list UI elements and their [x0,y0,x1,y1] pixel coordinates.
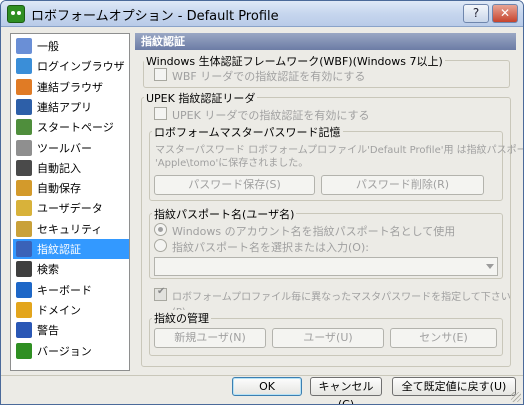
sidebar-item[interactable]: ドメイン [13,300,129,320]
sidebar-item-label: 連結アプリ [37,100,92,114]
sidebar-item-label: 連結ブラウザ [37,80,103,94]
check-mark-icon: ✔ [157,286,166,297]
globe-link-icon [16,78,32,95]
wbf-checkbox[interactable] [154,68,167,81]
sidebar-item-label: ログインブラウザ [37,60,125,74]
reset-defaults-button[interactable]: 全て既定値に戻す(U) [392,377,516,396]
resize-grip[interactable] [511,392,521,402]
close-button[interactable]: ✕ [492,4,518,23]
sidebar-item-label: 自動保存 [37,182,81,196]
sidebar-item[interactable]: セキュリティ [13,219,129,239]
footer-divider [1,375,523,376]
sidebar-item[interactable]: 自動記入 [13,158,129,178]
sidebar-item[interactable]: スタートページ [13,117,129,137]
help-button[interactable]: ? [463,4,489,23]
checkbox-warning-icon [16,322,32,339]
master-password-group-title: ロボフォームマスターパスワード記憶 [152,124,343,140]
wbf-group-title: Windows 生体認証フレームワーク(WBF)(Windows 7以上) [144,53,445,69]
chevron-down-icon[interactable] [486,264,494,269]
key-icon [16,220,32,237]
passport-name-combobox[interactable] [154,257,498,276]
cancel-button[interactable]: キャンセル(C) [310,377,382,404]
pencil-icon [16,200,32,217]
dotcom-icon [16,301,32,318]
passport-name-group-title: 指紋パスポート名(ユーザ名) [152,206,297,222]
sidebar-item[interactable]: バージョン [13,341,129,361]
sidebar-item-label: キーボード [37,283,92,297]
sensor-button[interactable]: センサ(E) [390,328,497,348]
delete-password-button[interactable]: パスワード削除(R) [321,175,484,195]
sidebar-item-label: セキュリティ [37,222,103,236]
user-button[interactable]: ユーザ(U) [272,328,384,348]
sidebar-item[interactable]: 警告 [13,320,129,340]
toolbar-icon [16,139,32,156]
fingerprint-management-group-title: 指紋の管理 [152,310,211,326]
sidebar-item-label: 指紋認証 [37,243,81,256]
sidebar-item-label: 自動記入 [37,161,81,175]
roboform-app-icon [7,5,25,23]
upek-checkbox[interactable] [154,107,167,120]
sidebar-item[interactable]: 検索 [13,259,129,279]
sidebar-item-label: スタートページ [37,121,114,135]
sidebar-item-label: 検索 [37,263,59,277]
upek-checkbox-label: UPEK リーダでの指紋認証を有効にする [172,109,370,122]
wbf-checkbox-label: WBF リーダでの指紋認証を有効にする [172,70,366,83]
per-profile-password-label: ロボフォームプロファイル毎に異なったマスタパスワードを指定して下さい(P)。 [172,292,511,318]
fingerprint-settings-panel: 指紋認証 Windows 生体認証フレームワーク(WBF)(Windows 7以… [135,33,523,371]
home-icon [16,119,32,136]
mouse-keyboard-icon [16,281,32,298]
sidebar-item[interactable]: 一般 [13,36,129,56]
select-passport-label: 指紋パスポート名を選択または入力(O): [172,241,369,254]
sidebar-item-label: バージョン [37,344,92,358]
use-windows-account-label: Windows のアカウント名を指紋パスポート名として使用 [172,225,456,238]
sidebar-item[interactable]: 連結アプリ [13,97,129,117]
sidebar-item-label: 警告 [37,324,59,338]
keyboard-fill-icon [16,159,32,176]
save-password-button[interactable]: パスワード保存(S) [154,175,315,195]
fingerprint-icon [16,241,32,257]
options-window: ロボフォームオプション - Default Profile ? ✕ 一般ログイン… [0,0,524,405]
sidebar-item-label: ツールバー [37,141,92,155]
title-bar[interactable]: ロボフォームオプション - Default Profile ? ✕ [1,1,523,27]
sidebar-item-label: 一般 [37,40,59,53]
master-password-info-line2: 'Apple\tomo'に保存されました。 [155,158,309,169]
window-title: ロボフォームオプション - Default Profile [31,9,279,24]
ok-button[interactable]: OK [232,377,302,396]
sidebar-item[interactable]: キーボード [13,280,129,300]
upek-group-title: UPEK 指紋認証リーダ [144,90,258,106]
app-window-icon [16,98,32,115]
magnifier-icon [16,261,32,278]
category-list: 一般ログインブラウザ 連結ブラウザ 連結アプリスタートページ ツールバー自動記入自動保… [10,33,130,371]
sidebar-item[interactable]: ツールバー [13,138,129,158]
settings-list-icon [16,38,32,54]
globe-icon [16,58,32,75]
new-user-button[interactable]: 新規ユーザ(N) [154,328,266,348]
sidebar-item[interactable]: 連結ブラウザ [13,77,129,97]
use-windows-account-radio[interactable] [154,223,167,236]
sidebar-item[interactable]: 指紋認証 [13,239,129,259]
sidebar-item-label: ユーザデータ [37,202,103,216]
sidebar-item[interactable]: ログインブラウザ [13,56,129,76]
sidebar-item-label: ドメイン [37,303,81,317]
select-passport-radio[interactable] [154,239,167,252]
robot-icon [16,342,32,359]
save-disk-icon [16,180,32,197]
panel-header: 指紋認証 [135,33,516,50]
sidebar-item[interactable]: ユーザデータ [13,198,129,218]
sidebar-item[interactable]: 自動保存 [13,178,129,198]
